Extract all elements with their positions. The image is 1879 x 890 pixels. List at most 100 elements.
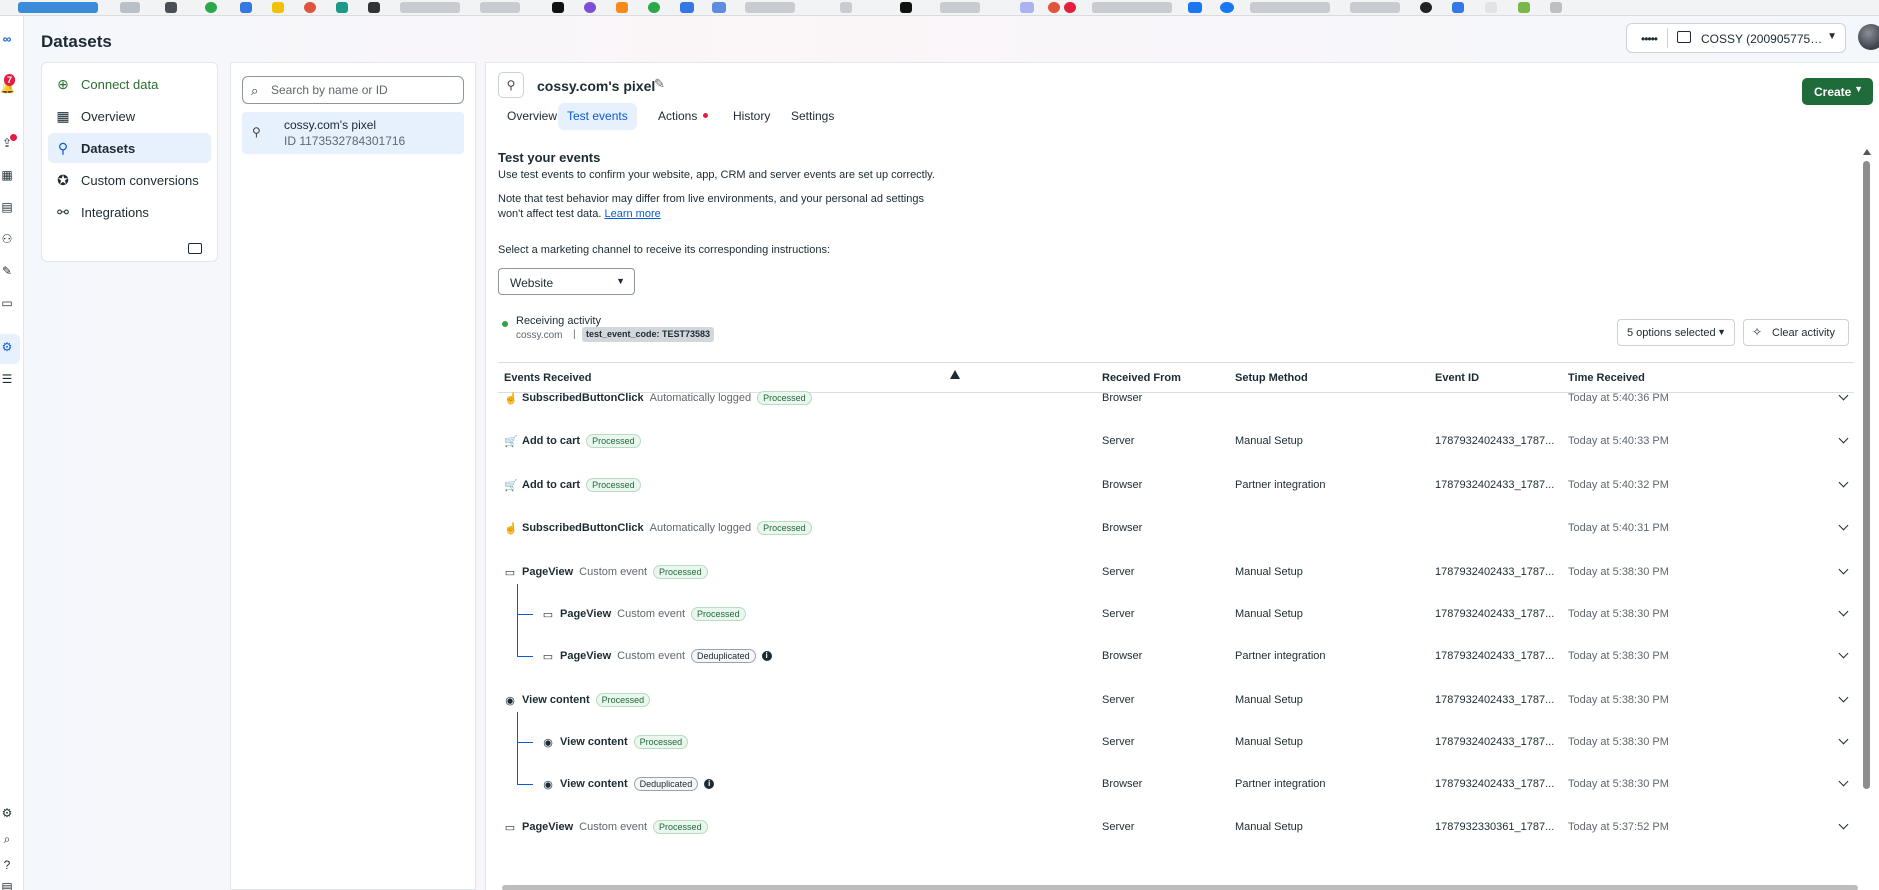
- bookmark-item[interactable]: [584, 2, 596, 13]
- chevron-down-icon[interactable]: [1838, 692, 1849, 703]
- bookmark-item[interactable]: [1048, 2, 1060, 13]
- tab-test-events[interactable]: Test events: [558, 103, 637, 130]
- events-manager-icon[interactable]: ⚙: [0, 340, 14, 354]
- search-icon: ⌕: [251, 83, 259, 98]
- chevron-down-icon[interactable]: [1838, 776, 1849, 787]
- help-icon[interactable]: ?: [0, 858, 14, 872]
- info-icon[interactable]: i: [761, 651, 772, 661]
- bookmark-item[interactable]: [240, 2, 252, 13]
- scroll-up-arrow-icon[interactable]: [1863, 149, 1871, 155]
- bookmark-item[interactable]: [18, 2, 98, 13]
- info-icon[interactable]: i: [704, 779, 715, 789]
- table-row[interactable]: ◉ View content Processed Server Manual Setup…: [498, 722, 1854, 762]
- tree-connector: [517, 784, 533, 785]
- report-icon[interactable]: ▤: [0, 880, 14, 890]
- nav-connect-data[interactable]: ⊕ Connect data: [48, 69, 211, 99]
- bookmark-item[interactable]: [840, 2, 852, 13]
- table-row[interactable]: 🛒 Add to cart Processed Server Manual Setup 1…: [498, 421, 1854, 461]
- card-icon[interactable]: ▭: [0, 296, 14, 310]
- scroll-thumb[interactable]: [1863, 161, 1870, 789]
- bookmark-item[interactable]: [552, 2, 564, 13]
- bookmark-item[interactable]: [368, 2, 380, 13]
- bookmark-item[interactable]: [304, 2, 316, 13]
- chevron-down-icon[interactable]: [1838, 819, 1849, 830]
- table-row[interactable]: ☝ SubscribedButtonClick Automatically logg…: [498, 508, 1854, 548]
- bookmark-item[interactable]: [940, 2, 980, 13]
- meta-logo-icon[interactable]: ∞: [0, 32, 14, 46]
- bookmark-item[interactable]: [712, 2, 726, 13]
- bookmark-item[interactable]: [1452, 2, 1464, 13]
- bookmark-item[interactable]: [745, 2, 795, 13]
- bookmark-item[interactable]: [336, 2, 348, 13]
- bookmark-item[interactable]: [120, 2, 140, 13]
- bookmark-item[interactable]: [480, 2, 520, 13]
- bookmark-item[interactable]: [205, 2, 217, 13]
- tab-actions[interactable]: Actions: [649, 103, 717, 130]
- time-received-cell: Today at 5:40:32 PM: [1568, 479, 1669, 491]
- chevron-down-icon[interactable]: [1838, 520, 1849, 531]
- nav-datasets[interactable]: ⚲ Datasets: [48, 133, 211, 163]
- bookmark-item[interactable]: [1550, 2, 1562, 13]
- menu-icon[interactable]: ☰: [0, 372, 14, 386]
- horizontal-scrollbar[interactable]: [502, 885, 1858, 890]
- bookmark-item[interactable]: [1250, 2, 1330, 13]
- nav-custom-conversions[interactable]: ✪ Custom conversions: [48, 165, 211, 195]
- table-row[interactable]: ◉ View content Deduplicated i Browser Partner…: [498, 764, 1854, 804]
- settings-gear-icon[interactable]: ⚙: [0, 806, 14, 820]
- bookmark-item[interactable]: [1350, 2, 1400, 13]
- vertical-scrollbar[interactable]: [1862, 149, 1871, 871]
- account-selector[interactable]: ••••• COSSY (200905775316... ▼: [1626, 23, 1846, 53]
- nav-overview[interactable]: ▦ Overview: [48, 101, 211, 131]
- chevron-down-icon[interactable]: [1838, 433, 1849, 444]
- table-row[interactable]: ◉ View content Processed Server Manual Setup…: [498, 680, 1854, 720]
- table-row[interactable]: ☝ SubscribedButtonClick Automatically logg…: [498, 378, 1854, 418]
- clear-activity-button[interactable]: ✧ Clear activity: [1743, 319, 1849, 346]
- dataset-list-item[interactable]: ⚲ cossy.com's pixel ID 1173532784301716: [242, 112, 464, 154]
- bookmark-item[interactable]: [1020, 2, 1034, 13]
- bookmark-item[interactable]: [1220, 2, 1234, 13]
- chevron-down-icon[interactable]: [1838, 734, 1849, 745]
- edit-pencil-icon[interactable]: ✎: [654, 76, 665, 92]
- search-input[interactable]: [271, 81, 459, 99]
- bookmark-item[interactable]: [272, 2, 284, 13]
- bookmark-item[interactable]: [1518, 2, 1530, 13]
- learn-more-link[interactable]: Learn more: [604, 208, 660, 220]
- chevron-down-icon[interactable]: [1838, 564, 1849, 575]
- filter-options-dropdown[interactable]: 5 options selected ▼: [1617, 319, 1735, 346]
- table-row[interactable]: ▭ PageView Custom event Deduplicated i Browse…: [498, 636, 1854, 676]
- chevron-down-icon[interactable]: [1838, 390, 1849, 401]
- bookmark-item[interactable]: [680, 2, 694, 13]
- chevron-down-icon[interactable]: [1838, 648, 1849, 659]
- bookmark-item[interactable]: [1485, 2, 1497, 13]
- megaphone-icon[interactable]: ✎: [0, 264, 14, 278]
- chevron-down-icon[interactable]: [1838, 477, 1849, 488]
- chevron-down-icon[interactable]: [1838, 606, 1849, 617]
- tree-connector: [517, 656, 533, 657]
- bookmark-item[interactable]: [616, 2, 628, 13]
- bookmark-item[interactable]: [648, 2, 660, 13]
- people-icon[interactable]: ⚇: [0, 232, 14, 246]
- pages-icon[interactable]: ▤: [0, 200, 14, 214]
- table-row[interactable]: ▭ PageView Custom event Processed Server Manu…: [498, 552, 1854, 592]
- collapse-panel-icon[interactable]: [188, 243, 202, 254]
- create-button[interactable]: Create ▼: [1802, 78, 1873, 105]
- bookmark-item[interactable]: [400, 2, 460, 13]
- nav-integrations[interactable]: ⚯ Integrations: [48, 197, 211, 227]
- bookmark-item[interactable]: [1420, 2, 1432, 13]
- tab-overview[interactable]: Overview: [498, 103, 566, 130]
- bookmark-item[interactable]: [900, 2, 912, 13]
- bookmark-item[interactable]: [165, 2, 177, 13]
- channel-select[interactable]: Website ▼: [498, 268, 635, 295]
- more-dots-icon[interactable]: •••••: [1641, 32, 1658, 46]
- avatar[interactable]: [1858, 24, 1879, 50]
- bookmark-item[interactable]: [1188, 2, 1202, 13]
- tab-settings[interactable]: Settings: [782, 103, 843, 130]
- table-icon[interactable]: ▦: [0, 168, 14, 182]
- tab-history[interactable]: History: [724, 103, 779, 130]
- table-row[interactable]: ▭ PageView Custom event Processed Server Manu…: [498, 807, 1854, 847]
- search-icon[interactable]: ⌕: [0, 832, 14, 846]
- bookmark-item[interactable]: [1092, 2, 1172, 13]
- table-row[interactable]: 🛒 Add to cart Processed Browser Partner inte…: [498, 465, 1854, 505]
- bookmark-item[interactable]: [1064, 2, 1076, 13]
- table-row[interactable]: ▭ PageView Custom event Processed Server Manu…: [498, 594, 1854, 634]
